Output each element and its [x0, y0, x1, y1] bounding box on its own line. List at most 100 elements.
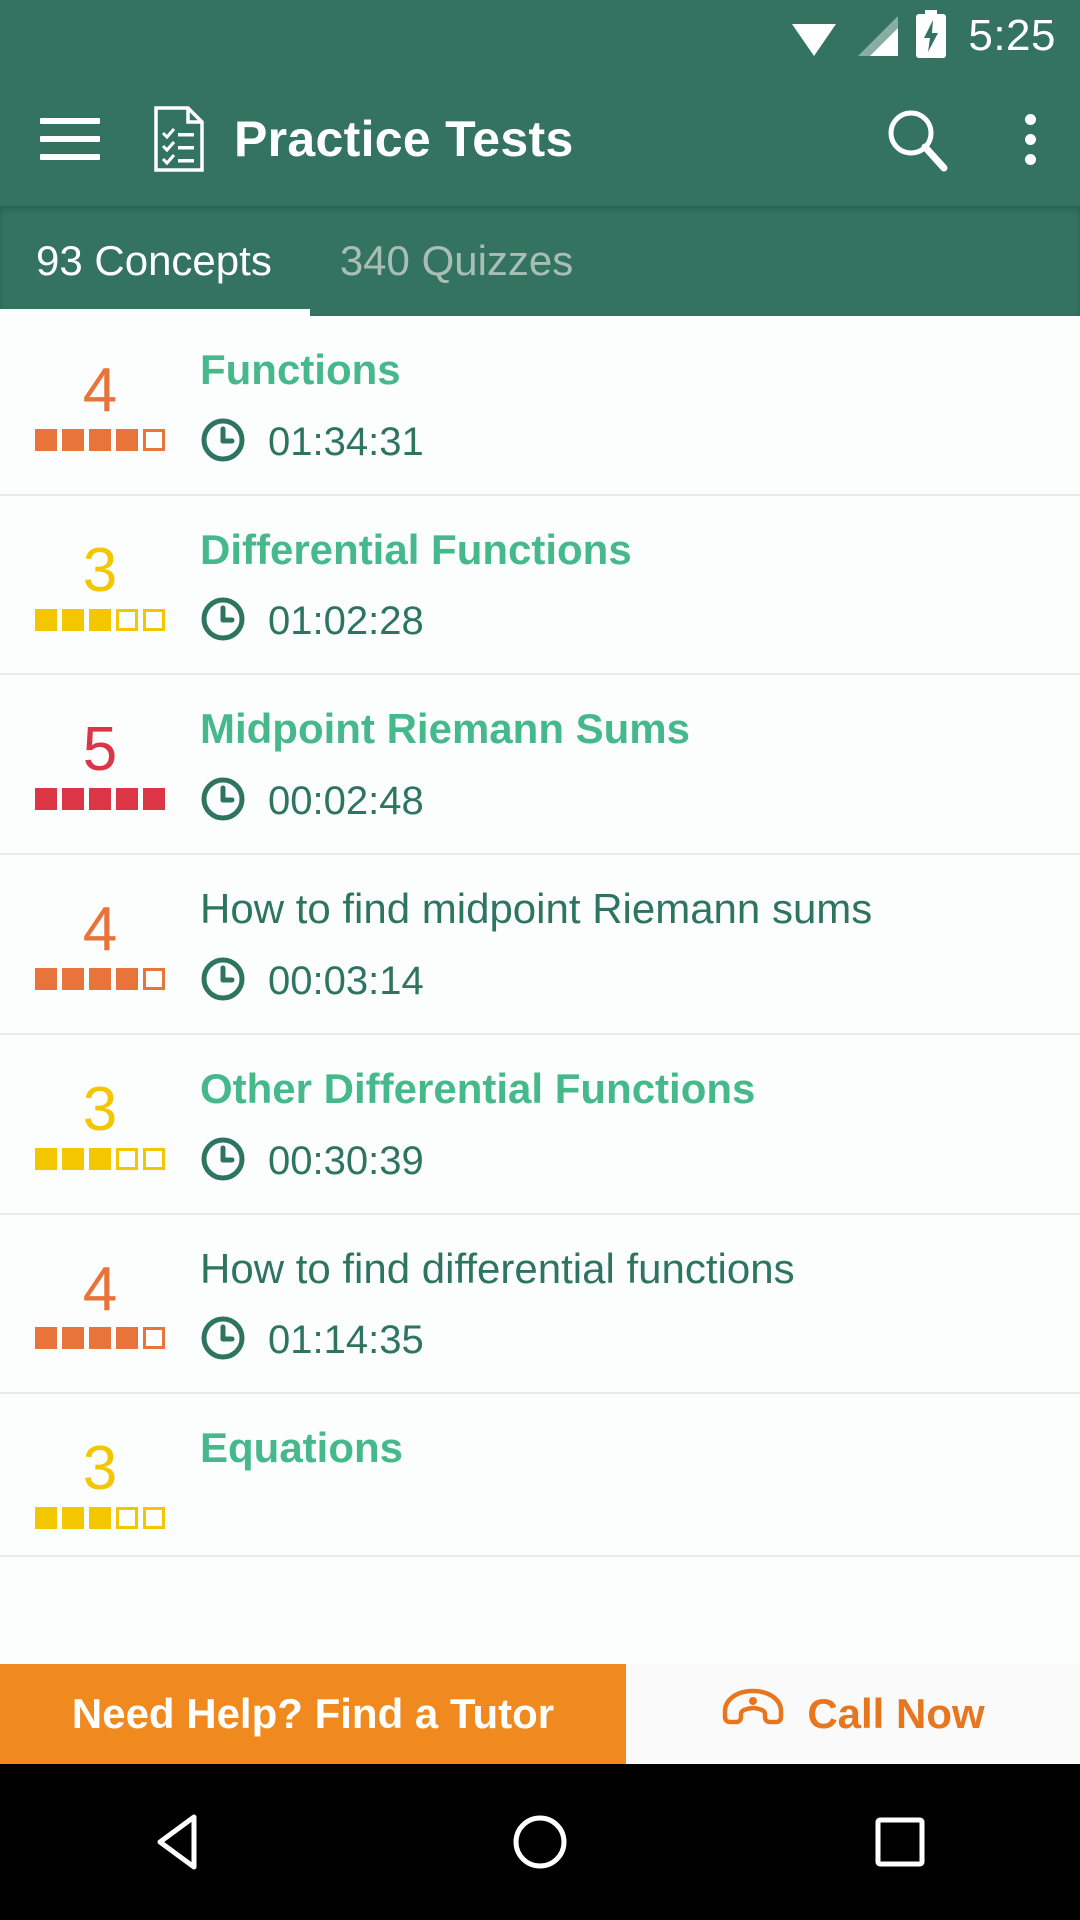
rating-square: [143, 428, 165, 451]
list-item-title: Midpoint Riemann Sums: [200, 705, 691, 753]
search-icon[interactable]: [884, 106, 950, 172]
difficulty-badge: 4: [0, 338, 200, 451]
list-item[interactable]: 4 Functions 01:34:31: [0, 316, 1080, 496]
list-item-title: Differential Functions: [200, 525, 632, 573]
page-title: Practice Tests: [234, 111, 574, 167]
list-item-body: How to find differential functions 01:14:…: [200, 1237, 1080, 1367]
rating-square: [89, 428, 111, 451]
difficulty-rating-number: 3: [82, 1074, 118, 1144]
rating-square: [143, 608, 165, 631]
list-item-time: 00:30:39: [200, 1136, 1050, 1187]
difficulty-badge: 4: [0, 877, 200, 991]
list-item-body: Equations: [200, 1416, 1080, 1495]
list-item[interactable]: 3 Differential Functions 01:02:28: [0, 495, 1080, 676]
list-item-duration: 00:02:48: [268, 779, 424, 824]
difficulty-badge: 4: [0, 1237, 200, 1350]
difficulty-rating-number: 3: [82, 1434, 118, 1504]
difficulty-badge: 5: [0, 697, 200, 811]
find-tutor-label: Need Help? Find a Tutor: [71, 1690, 555, 1737]
clock-icon: [200, 1315, 246, 1366]
difficulty-rating-number: 4: [82, 356, 118, 425]
list-item[interactable]: 4 How to find midpoint Riemann sums 00:03:…: [0, 855, 1080, 1035]
rating-square: [143, 1327, 165, 1350]
rating-square: [89, 968, 111, 991]
telephone-icon: [721, 1685, 785, 1743]
difficulty-rating-bars: [35, 788, 165, 811]
list-item-body: Other Differential Functions 00:30:39: [200, 1057, 1080, 1187]
hamburger-menu-icon[interactable]: [40, 118, 100, 160]
list-item[interactable]: 3 Other Differential Functions 00:30:39: [0, 1034, 1080, 1215]
list-item-duration: 01:34:31: [268, 419, 424, 464]
status-bar-clock: 5:25: [968, 11, 1056, 60]
rating-square: [116, 1147, 138, 1170]
difficulty-rating-number: 4: [82, 1254, 118, 1324]
difficulty-rating-number: 5: [82, 715, 118, 785]
list-item[interactable]: 4 How to find differential functions 01:14…: [0, 1214, 1080, 1395]
tab-concepts-label: 93 Concepts: [36, 237, 272, 284]
difficulty-rating-bars: [35, 608, 165, 631]
list-item-title: Equations: [200, 1424, 404, 1472]
rating-square: [143, 1507, 165, 1530]
list-item[interactable]: 3 Equations: [0, 1394, 1080, 1558]
practice-test-document-icon: [152, 106, 206, 172]
difficulty-rating-number: 4: [82, 895, 118, 965]
tab-quizzes-label: 340 Quizzes: [339, 237, 574, 284]
rating-square: [62, 1327, 84, 1350]
tab-bar: 93 Concepts 340 Quizzes: [0, 206, 1080, 316]
rating-square: [62, 788, 84, 811]
rating-square: [89, 1327, 111, 1350]
clock-icon: [200, 417, 246, 468]
rating-square: [143, 1147, 165, 1170]
list-item-title: Other Differential Functions: [200, 1064, 756, 1112]
rating-square: [35, 788, 57, 811]
clock-icon: [200, 596, 246, 647]
list-item-body: How to find midpoint Riemann sums 00:03:1…: [200, 877, 1080, 1007]
difficulty-rating-bars: [35, 1147, 165, 1170]
difficulty-rating-bars: [35, 428, 165, 451]
list-item-title: How to find differential functions: [200, 1244, 795, 1292]
rating-square: [62, 1147, 84, 1170]
list-item-duration: 00:30:39: [268, 1138, 424, 1183]
list-item-duration: 01:02:28: [268, 599, 424, 644]
rating-square: [62, 608, 84, 631]
rating-square: [143, 788, 165, 811]
call-now-label: Call Now: [807, 1690, 985, 1737]
list-item-body: Functions 01:34:31: [200, 338, 1080, 468]
tab-quizzes[interactable]: 340 Quizzes: [306, 206, 607, 316]
clock-icon: [200, 956, 246, 1007]
overflow-menu-icon[interactable]: [1008, 113, 1052, 165]
find-tutor-button[interactable]: Need Help? Find a Tutor: [0, 1664, 626, 1764]
home-circle-icon[interactable]: [440, 1813, 640, 1871]
difficulty-rating-bars: [35, 1507, 165, 1530]
rating-square: [35, 1507, 57, 1530]
back-triangle-icon[interactable]: [80, 1813, 280, 1871]
list-item-time: 00:03:14: [200, 956, 1050, 1007]
rating-square: [35, 968, 57, 991]
rating-square: [116, 968, 138, 991]
rating-square: [89, 1507, 111, 1530]
rating-square: [116, 1327, 138, 1350]
call-now-button[interactable]: Call Now: [626, 1664, 1080, 1764]
rating-square: [89, 788, 111, 811]
list-item-body: Midpoint Riemann Sums 00:02:48: [200, 697, 1080, 827]
wifi-icon: [788, 14, 840, 63]
recents-square-icon[interactable]: [800, 1815, 1000, 1869]
cellular-signal-icon: [854, 14, 900, 63]
list-item-duration: 00:03:14: [268, 958, 424, 1003]
battery-charging-icon: [914, 9, 948, 63]
rating-square: [116, 788, 138, 811]
tab-concepts[interactable]: 93 Concepts: [0, 206, 306, 316]
rating-square: [62, 428, 84, 451]
list-item-duration: 01:14:35: [268, 1318, 424, 1363]
rating-square: [35, 608, 57, 631]
list-item-time: 00:02:48: [200, 776, 1050, 827]
list-item[interactable]: 5 Midpoint Riemann Sums 00:02:48: [0, 675, 1080, 856]
difficulty-rating-bars: [35, 968, 165, 991]
difficulty-badge: 3: [0, 518, 200, 631]
tutor-banner: Need Help? Find a Tutor Call Now: [0, 1664, 1080, 1764]
rating-square: [35, 1147, 57, 1170]
clock-icon: [200, 1136, 246, 1187]
rating-square: [89, 1147, 111, 1170]
android-nav-bar: [0, 1764, 1080, 1920]
rating-square: [62, 968, 84, 991]
